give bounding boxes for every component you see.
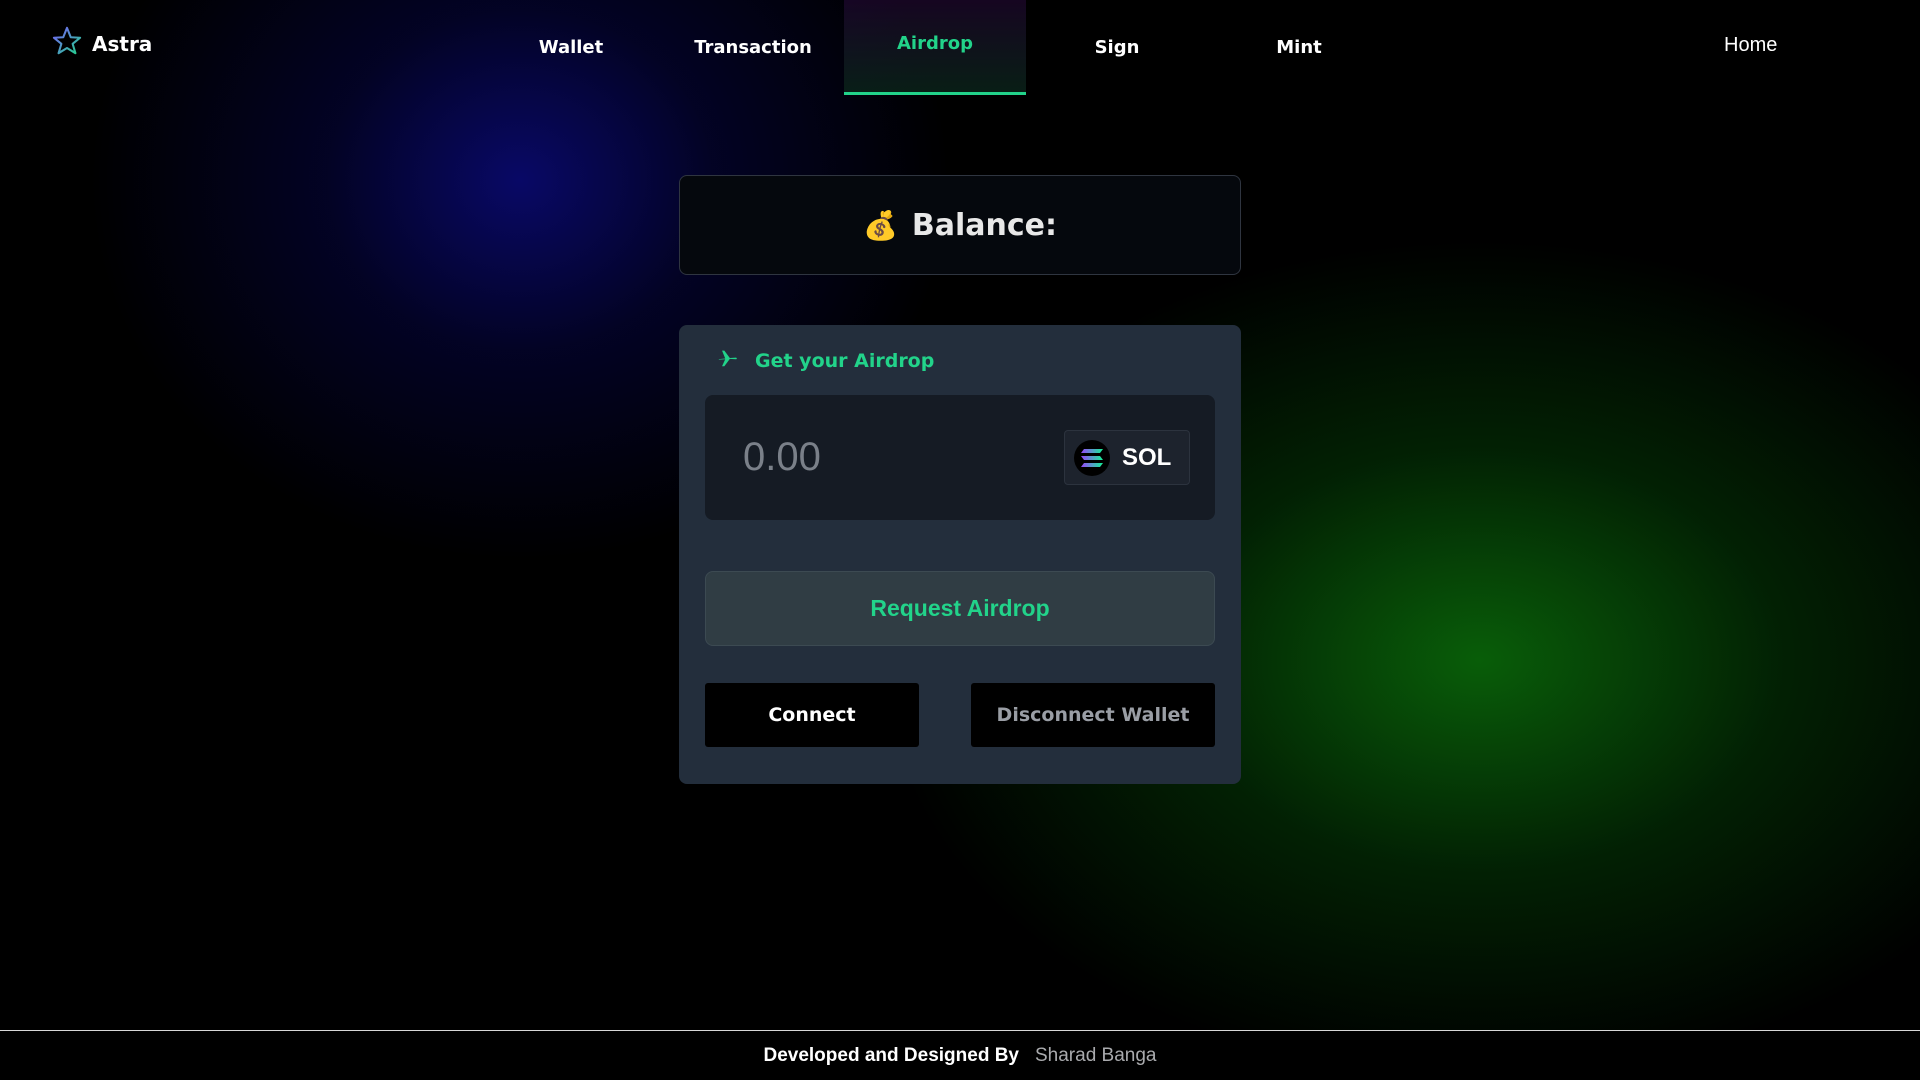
tab-transaction[interactable]: Transaction: [662, 0, 844, 95]
footer-author[interactable]: Sharad Banga: [1035, 1045, 1157, 1067]
token-name: SOL: [1122, 443, 1172, 471]
brand-logo[interactable]: Astra: [52, 26, 152, 61]
disconnect-wallet-button[interactable]: Disconnect Wallet: [971, 683, 1215, 747]
money-bag-icon: 💰: [863, 209, 898, 241]
balance-card: 💰 Balance:: [679, 175, 1241, 275]
connect-button[interactable]: Connect: [705, 683, 919, 747]
plane-icon: [717, 347, 739, 374]
home-link[interactable]: Home: [1724, 34, 1777, 57]
amount-box: SOL: [705, 395, 1215, 520]
footer: Developed and Designed By Sharad Banga: [0, 1030, 1920, 1080]
tab-sign[interactable]: Sign: [1026, 0, 1208, 95]
tab-wallet[interactable]: Wallet: [480, 0, 662, 95]
balance-label: Balance:: [911, 207, 1057, 243]
request-airdrop-button[interactable]: Request Airdrop: [705, 571, 1215, 646]
solana-logo-icon: [1074, 439, 1110, 476]
star-outline-icon: [52, 26, 82, 61]
airdrop-panel: Get your Airdrop SOL Re: [679, 325, 1241, 784]
footer-credit-label: Developed and Designed By: [763, 1044, 1019, 1066]
tab-airdrop[interactable]: Airdrop: [844, 0, 1026, 95]
nav-tabs: Wallet Transaction Airdrop Sign Mint: [480, 0, 1390, 95]
token-selector[interactable]: SOL: [1064, 430, 1190, 485]
airdrop-title: Get your Airdrop: [755, 349, 935, 372]
amount-input[interactable]: [729, 425, 1029, 489]
top-navbar: Astra Wallet Transaction Airdrop Sign Mi…: [0, 0, 1920, 95]
tab-mint[interactable]: Mint: [1208, 0, 1390, 95]
brand-name: Astra: [92, 31, 153, 56]
airdrop-header: Get your Airdrop: [717, 347, 934, 374]
